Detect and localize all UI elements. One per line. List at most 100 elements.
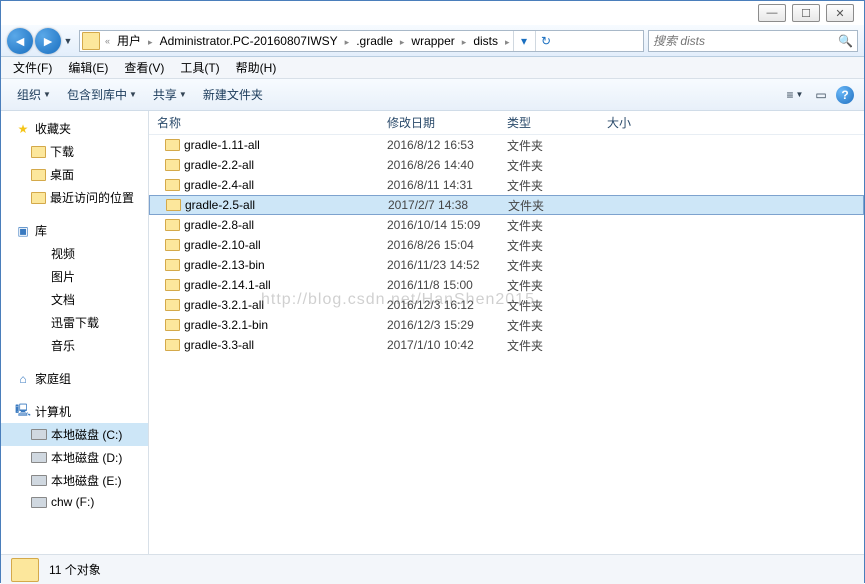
tree-item[interactable]: 音乐 (1, 334, 148, 357)
menu-item[interactable]: 文件(F) (5, 57, 60, 78)
file-row[interactable]: gradle-3.2.1-all2016/12/3 16:12文件夹 (149, 295, 864, 315)
file-row[interactable]: gradle-3.3-all 2017/1/10 10:42文件夹 (149, 335, 864, 355)
tree-item[interactable]: 下载 (1, 140, 148, 163)
file-type: 文件夹 (499, 297, 599, 314)
toolbar: 组织▼ 包含到库中▼ 共享▼ 新建文件夹 ≡▼ ▭ ? (1, 79, 864, 111)
tree-item[interactable]: 最近访问的位置 (1, 186, 148, 209)
folder-icon (165, 259, 180, 271)
file-type: 文件夹 (499, 317, 599, 334)
folder-icon (31, 192, 46, 204)
star-icon: ★ (15, 122, 31, 136)
tree-item[interactable]: chw (F:) (1, 492, 148, 512)
folder-icon (11, 558, 39, 582)
file-row[interactable]: gradle-3.2.1-bin2016/12/3 15:29文件夹 (149, 315, 864, 335)
file-date: 2016/12/3 15:29 (379, 318, 499, 332)
nav-bar: ◄ ► ▼ « 用户▸Administrator.PC-20160807IWSY… (1, 25, 864, 57)
new-folder-button[interactable]: 新建文件夹 (195, 82, 271, 107)
minimize-button[interactable]: — (758, 4, 786, 22)
col-type[interactable]: 类型 (499, 111, 599, 134)
file-row[interactable]: gradle-2.14.1-all2016/11/8 15:00文件夹 (149, 275, 864, 295)
breadcrumb-item[interactable]: .gradle (352, 34, 397, 48)
tree-computer[interactable]: 🖳计算机 (1, 400, 148, 423)
file-name: gradle-2.10-all (184, 238, 261, 252)
breadcrumb-item[interactable]: Administrator.PC-20160807IWSY (156, 34, 342, 48)
path-dropdown[interactable]: ▾ (513, 31, 535, 51)
tree-item-label: 迅雷下载 (51, 314, 99, 331)
file-date: 2017/2/7 14:38 (380, 198, 500, 212)
menu-item[interactable]: 编辑(E) (60, 57, 116, 78)
help-button[interactable]: ? (836, 86, 854, 104)
file-row[interactable]: gradle-2.13-bin2016/11/23 14:52文件夹 (149, 255, 864, 275)
folder-icon (165, 299, 180, 311)
file-name: gradle-2.14.1-all (184, 278, 271, 292)
search-box[interactable]: 🔍 (648, 30, 858, 52)
tree-item[interactable]: 文档 (1, 288, 148, 311)
library-icon: ▣ (15, 224, 31, 238)
main-area: ★收藏夹 下载桌面最近访问的位置 ▣库 视频图片文档迅雷下载音乐 ⌂家庭组 🖳计… (1, 111, 864, 554)
breadcrumb-item[interactable]: dists (469, 34, 502, 48)
file-name: gradle-3.3-all (184, 338, 254, 352)
file-row[interactable]: gradle-2.2-all2016/8/26 14:40文件夹 (149, 155, 864, 175)
file-list[interactable]: gradle-1.11-all2016/8/12 16:53文件夹gradle-… (149, 135, 864, 554)
tree-homegroup[interactable]: ⌂家庭组 (1, 367, 148, 390)
folder-icon (165, 179, 180, 191)
forward-button[interactable]: ► (35, 28, 61, 54)
window-controls: — ☐ ✕ (758, 4, 854, 22)
chevron-icon: ▸ (342, 37, 353, 47)
tree-favorites[interactable]: ★收藏夹 (1, 117, 148, 140)
file-row[interactable]: gradle-2.8-all2016/10/14 15:09文件夹 (149, 215, 864, 235)
tree-item-label: 本地磁盘 (C:) (51, 426, 122, 443)
tree-item-label: 本地磁盘 (D:) (51, 449, 122, 466)
status-bar: 11 个对象 (1, 554, 864, 584)
search-input[interactable] (653, 34, 838, 48)
file-name: gradle-2.2-all (184, 158, 254, 172)
include-library-button[interactable]: 包含到库中▼ (59, 82, 145, 107)
file-name: gradle-2.8-all (184, 218, 254, 232)
tree-item[interactable]: 本地磁盘 (C:) (1, 423, 148, 446)
refresh-button[interactable]: ↻ (535, 31, 557, 51)
file-type: 文件夹 (499, 337, 599, 354)
history-dropdown[interactable]: ▼ (61, 28, 75, 54)
breadcrumb-item[interactable]: 用户 (113, 34, 145, 48)
column-headers: 名称 修改日期 类型 大小 (149, 111, 864, 135)
tree-item[interactable]: 桌面 (1, 163, 148, 186)
col-size[interactable]: 大小 (599, 111, 679, 134)
file-row[interactable]: gradle-2.10-all2016/8/26 15:04文件夹 (149, 235, 864, 255)
menu-item[interactable]: 工具(T) (172, 57, 227, 78)
share-button[interactable]: 共享▼ (145, 82, 195, 107)
close-button[interactable]: ✕ (826, 4, 854, 22)
tree-item-label: 桌面 (50, 166, 74, 183)
chevron-icon: ▸ (397, 37, 408, 47)
back-button[interactable]: ◄ (7, 28, 33, 54)
file-date: 2016/12/3 16:12 (379, 298, 499, 312)
menu-item[interactable]: 查看(V) (116, 57, 172, 78)
file-date: 2017/1/10 10:42 (379, 338, 499, 352)
nav-tree: ★收藏夹 下载桌面最近访问的位置 ▣库 视频图片文档迅雷下载音乐 ⌂家庭组 🖳计… (1, 111, 149, 554)
file-date: 2016/10/14 15:09 (379, 218, 499, 232)
tree-libraries[interactable]: ▣库 (1, 219, 148, 242)
file-row[interactable]: gradle-1.11-all2016/8/12 16:53文件夹 (149, 135, 864, 155)
col-name[interactable]: 名称 (149, 111, 379, 134)
col-date[interactable]: 修改日期 (379, 111, 499, 134)
breadcrumb[interactable]: « 用户▸Administrator.PC-20160807IWSY▸.grad… (79, 30, 644, 52)
lib-icon (31, 270, 47, 284)
tree-item-label: 视频 (51, 245, 75, 262)
organize-button[interactable]: 组织▼ (9, 82, 59, 107)
preview-pane-button[interactable]: ▭ (810, 84, 832, 106)
tree-item[interactable]: 本地磁盘 (E:) (1, 469, 148, 492)
tree-item[interactable]: 图片 (1, 265, 148, 288)
file-row[interactable]: gradle-2.4-all2016/8/11 14:31文件夹 (149, 175, 864, 195)
file-row[interactable]: gradle-2.5-all2017/2/7 14:38文件夹 (149, 195, 864, 215)
tree-item[interactable]: 视频 (1, 242, 148, 265)
search-icon[interactable]: 🔍 (838, 34, 853, 48)
drive-icon (31, 452, 47, 463)
tree-item[interactable]: 本地磁盘 (D:) (1, 446, 148, 469)
breadcrumb-item[interactable]: wrapper (407, 34, 458, 48)
file-type: 文件夹 (500, 197, 600, 214)
menu-item[interactable]: 帮助(H) (228, 57, 285, 78)
tree-item[interactable]: 迅雷下载 (1, 311, 148, 334)
tree-item-label: 图片 (51, 268, 75, 285)
folder-icon (166, 199, 181, 211)
view-mode-button[interactable]: ≡▼ (784, 84, 806, 106)
maximize-button[interactable]: ☐ (792, 4, 820, 22)
